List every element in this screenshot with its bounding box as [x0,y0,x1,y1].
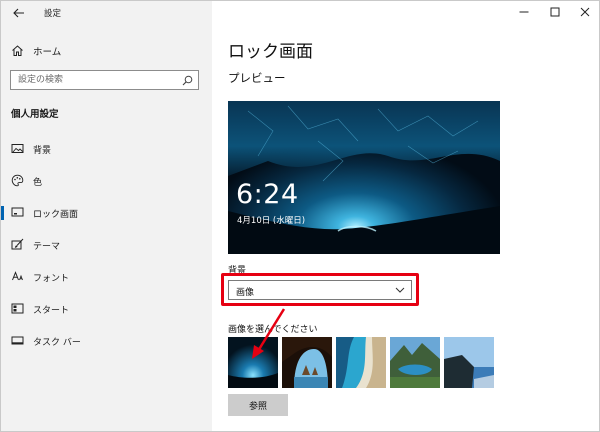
sidebar-item-label: 色 [33,178,43,188]
chevron-down-icon [395,287,405,293]
background-label: 背景 [228,266,247,276]
start-icon [11,303,24,314]
background-dropdown-value: 画像 [236,288,255,298]
sidebar-item-font[interactable]: フォント [1,265,212,289]
section-title: 個人用設定 [11,109,59,120]
nav-home-label: ホーム [33,47,62,58]
taskbar-icon [11,336,24,345]
title-bar-left: 設定 [1,1,212,27]
search-input[interactable] [11,71,176,89]
sidebar-item-label: スタート [33,306,70,316]
ice-cave-image [228,337,278,388]
sidebar: 設定 ホーム 個人用設定 背景 [1,1,212,431]
settings-window: 設定 ホーム 個人用設定 背景 [0,0,600,432]
minimize-button[interactable] [509,1,539,23]
page-title: ロック画面 [228,42,313,62]
selected-indicator [1,206,4,220]
preview-heading: プレビュー [228,71,286,85]
app-title: 設定 [44,9,62,19]
lock-screen-icon [11,207,24,217]
sidebar-item-label: ロック画面 [33,210,79,220]
minimize-icon [519,11,529,13]
sidebar-item-label: タスク バー [33,338,81,348]
thumbnail-sea-cave[interactable] [282,337,332,388]
thumbnail-mountain-lake[interactable] [390,337,440,388]
back-button[interactable] [9,4,29,22]
close-button[interactable] [570,1,599,23]
sidebar-item-theme[interactable]: テーマ [1,233,212,257]
image-icon [11,144,24,153]
lock-screen-preview: 6:24 4月10日 (水曜日) [228,101,500,254]
font-icon [12,271,23,281]
browse-button[interactable]: 参照 [228,394,288,416]
thumbnail-coastal-cliff[interactable] [444,337,494,388]
sidebar-item-lock-screen[interactable]: ロック画面 [1,201,212,225]
main-content: ロック画面 プレビュー 6:24 4月10日 (水曜日) 背景 画像 画像を選ん… [212,1,599,431]
background-dropdown[interactable]: 画像 [228,280,412,300]
back-arrow-icon [13,8,24,18]
sea-cave-image [282,337,332,388]
nav-home[interactable]: ホーム [1,39,212,61]
thumbnail-ice-cave[interactable] [228,337,278,388]
sidebar-item-color[interactable]: 色 [1,169,212,193]
mountain-lake-image [390,337,440,388]
sidebar-item-label: フォント [33,274,70,284]
sidebar-item-taskbar[interactable]: タスク バー [1,329,212,353]
theme-brush-icon [11,238,24,250]
maximize-icon [550,7,560,17]
sidebar-item-background[interactable]: 背景 [1,137,212,161]
maximize-button[interactable] [540,1,570,23]
aerial-beach-image [336,337,386,388]
sidebar-item-start[interactable]: スタート [1,297,212,321]
home-icon [12,45,23,56]
coastal-cliff-image [444,337,494,388]
sidebar-item-label: テーマ [33,242,61,252]
thumbnail-row [228,337,498,388]
lock-clock-time: 6:24 [236,179,299,210]
lock-clock-date: 4月10日 (水曜日) [237,216,306,226]
palette-icon [11,174,24,187]
search-icon[interactable] [182,75,193,86]
choose-image-label: 画像を選んでください [228,325,318,335]
search-box[interactable] [10,70,199,90]
sidebar-item-label: 背景 [33,146,52,156]
preview-wallpaper [228,101,500,254]
thumbnail-aerial-beach[interactable] [336,337,386,388]
close-icon [580,7,590,17]
